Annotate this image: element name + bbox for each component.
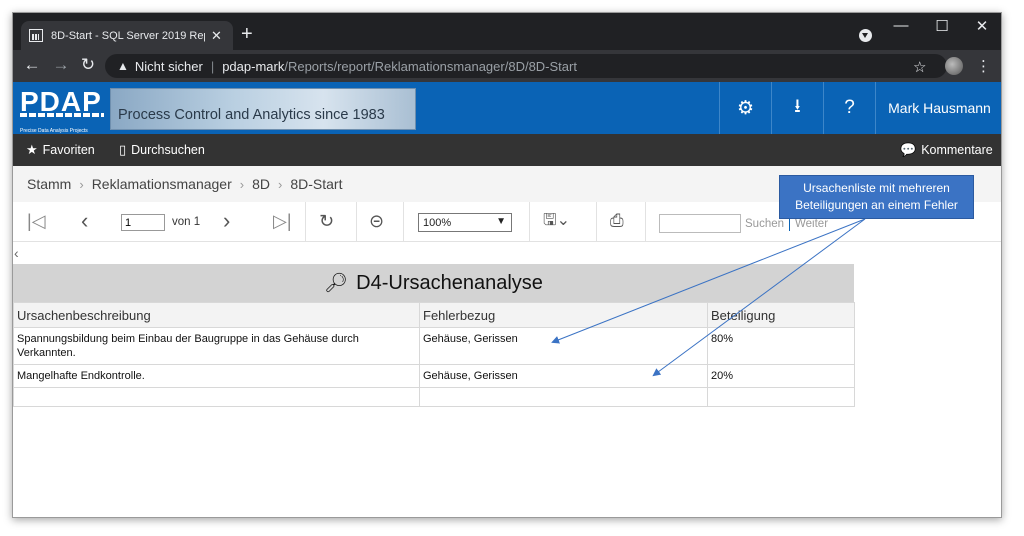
report-favicon-icon: [29, 29, 43, 42]
last-page-icon[interactable]: ▷|: [273, 211, 292, 231]
cell-share: 20%: [707, 364, 855, 388]
address-bar: ← → ↻ ▲ Nicht sicher | pdap-mark /Report…: [13, 50, 1001, 82]
comments-button[interactable]: 💬 Kommentare: [900, 142, 993, 158]
toolbar-divider: [529, 202, 530, 242]
table-row: Mangelhafte Endkontrolle. Gehäuse, Geris…: [13, 364, 855, 388]
warning-icon[interactable]: ▲: [117, 59, 129, 73]
extension-icon[interactable]: [945, 57, 963, 75]
maximize-button[interactable]: ☐: [927, 17, 957, 35]
toolbar-divider: [356, 202, 357, 242]
comments-label: Kommentare: [921, 143, 993, 157]
new-tab-button[interactable]: +: [241, 24, 253, 44]
settings-gear-icon[interactable]: ⚙: [719, 82, 771, 134]
url-path: /Reports/report/Reklamationsmanager/8D/8…: [284, 58, 577, 74]
download-icon[interactable]: ⭳: [771, 82, 823, 134]
previous-page-icon[interactable]: ‹: [81, 210, 88, 232]
zoom-value: 100%: [423, 216, 452, 229]
chevron-right-icon: ›: [278, 176, 283, 192]
report-title: 🔎︎ D4-Ursachenanalyse: [13, 264, 854, 302]
breadcrumb-folder[interactable]: Reklamationsmanager: [92, 176, 232, 192]
favorites-bar: ★ Favoriten ▯ Durchsuchen 💬 Kommentare: [13, 134, 1001, 166]
tab-close-icon[interactable]: ✕: [211, 28, 222, 44]
cell-share: 80%: [707, 327, 855, 365]
cell-description: Mangelhafte Endkontrolle.: [13, 364, 420, 388]
column-header-description: Ursachenbeschreibung: [13, 302, 420, 328]
find-button[interactable]: Suchen: [745, 218, 784, 230]
browser-titlebar: 8D-Start - SQL Server 2019 Reporting Ser…: [13, 13, 1001, 50]
magnifier-icon: 🔎︎: [324, 273, 349, 294]
cell-description: Spannungsbildung beim Einbau der Baugrup…: [13, 327, 420, 365]
browser-window: 8D-Start - SQL Server 2019 Reporting Ser…: [12, 12, 1002, 518]
close-window-button[interactable]: ✕: [967, 17, 997, 35]
help-icon[interactable]: ?: [823, 82, 875, 134]
not-secure-label[interactable]: Nicht sicher: [135, 59, 203, 74]
portal-header: PDAP Precise Data Analysis Projects Proc…: [13, 82, 1001, 134]
report-body: 🔎︎ D4-Ursachenanalyse Ursachenbeschreibu…: [13, 264, 855, 407]
chevron-right-icon: ›: [79, 176, 84, 192]
breadcrumb-current: 8D-Start: [290, 176, 343, 192]
browse-label: Durchsuchen: [131, 143, 205, 157]
browse-button[interactable]: ▯ Durchsuchen: [119, 142, 205, 158]
user-menu[interactable]: Mark Hausmann: [875, 82, 1001, 134]
print-icon[interactable]: ⎙: [610, 211, 624, 231]
toolbar-divider: [305, 202, 306, 242]
chevron-right-icon: ›: [239, 176, 245, 192]
browser-menu-icon[interactable]: ⋮: [976, 57, 991, 75]
table-row: Spannungsbildung beim Einbau der Baugrup…: [13, 327, 855, 365]
cause-table: Ursachenbeschreibung Fehlerbezug Beteili…: [13, 302, 855, 407]
tab-title: 8D-Start - SQL Server 2019 Reporting Ser…: [51, 29, 205, 42]
cell-error-ref: Gehäuse, Gerissen: [419, 364, 708, 388]
cell-error-ref: Gehäuse, Gerissen: [419, 327, 708, 365]
minimize-button[interactable]: —: [886, 17, 916, 34]
comment-icon: 💬: [900, 142, 917, 157]
header-banner: Process Control and Analytics since 1983: [110, 88, 416, 130]
breadcrumb-subfolder[interactable]: 8D: [252, 176, 270, 192]
browser-tab[interactable]: 8D-Start - SQL Server 2019 Reporting Ser…: [21, 21, 233, 50]
annotation-line-2: Beteiligungen an einem Fehler: [795, 198, 958, 212]
find-text-input[interactable]: [659, 214, 741, 233]
table-header-row: Ursachenbeschreibung Fehlerbezug Beteili…: [13, 302, 855, 328]
page-number-input[interactable]: [121, 214, 165, 231]
annotation-callout: Ursachenliste mit mehreren Beteiligungen…: [779, 175, 974, 219]
refresh-icon[interactable]: ↻: [319, 211, 334, 231]
back-arrow-icon[interactable]: ←: [21, 55, 43, 75]
pdap-logo[interactable]: PDAP Precise Data Analysis Projects: [20, 88, 104, 134]
toolbar-divider: [403, 202, 404, 242]
page-count-label: von 1: [172, 216, 201, 228]
annotation-line-1: Ursachenliste mit mehreren: [803, 181, 950, 195]
toolbar-divider: [596, 202, 597, 242]
banner-text: Process Control and Analytics since 1983: [118, 107, 385, 123]
cell-empty: [707, 387, 855, 407]
breadcrumb-home[interactable]: Stamm: [27, 176, 71, 192]
cell-empty: [419, 387, 708, 407]
find-next-button[interactable]: Weiter: [795, 218, 828, 230]
column-header-share: Beteiligung: [707, 302, 855, 328]
bookmark-star-icon[interactable]: ☆: [913, 58, 926, 76]
next-page-icon[interactable]: ›: [223, 210, 230, 232]
url-omnibox[interactable]: ▲ Nicht sicher | pdap-mark /Reports/repo…: [105, 54, 947, 78]
first-page-icon[interactable]: |◁: [27, 211, 46, 231]
collapse-pane-icon[interactable]: ‹: [14, 245, 19, 261]
toolbar-divider: [645, 202, 646, 242]
cell-empty: [13, 387, 420, 407]
favorites-button[interactable]: ★ Favoriten: [26, 142, 95, 158]
report-title-text: D4-Ursachenanalyse: [356, 271, 543, 294]
profile-menu-icon[interactable]: [859, 29, 872, 42]
document-icon: ▯: [119, 142, 127, 157]
favorites-label: Favoriten: [42, 143, 95, 157]
back-to-parent-icon[interactable]: ⊝: [369, 211, 384, 231]
export-save-icon[interactable]: 🖫⌄: [543, 211, 570, 231]
zoom-select[interactable]: 100% ▼: [418, 213, 512, 232]
star-icon: ★: [26, 142, 38, 157]
column-header-error-ref: Fehlerbezug: [419, 302, 708, 328]
url-separator: |: [210, 58, 215, 74]
table-row-empty: [13, 387, 855, 407]
chevron-down-icon: ▼: [496, 216, 506, 227]
forward-arrow-icon[interactable]: →: [50, 55, 72, 75]
url-host: pdap-mark: [222, 58, 285, 74]
reload-icon[interactable]: ↻: [77, 55, 99, 75]
